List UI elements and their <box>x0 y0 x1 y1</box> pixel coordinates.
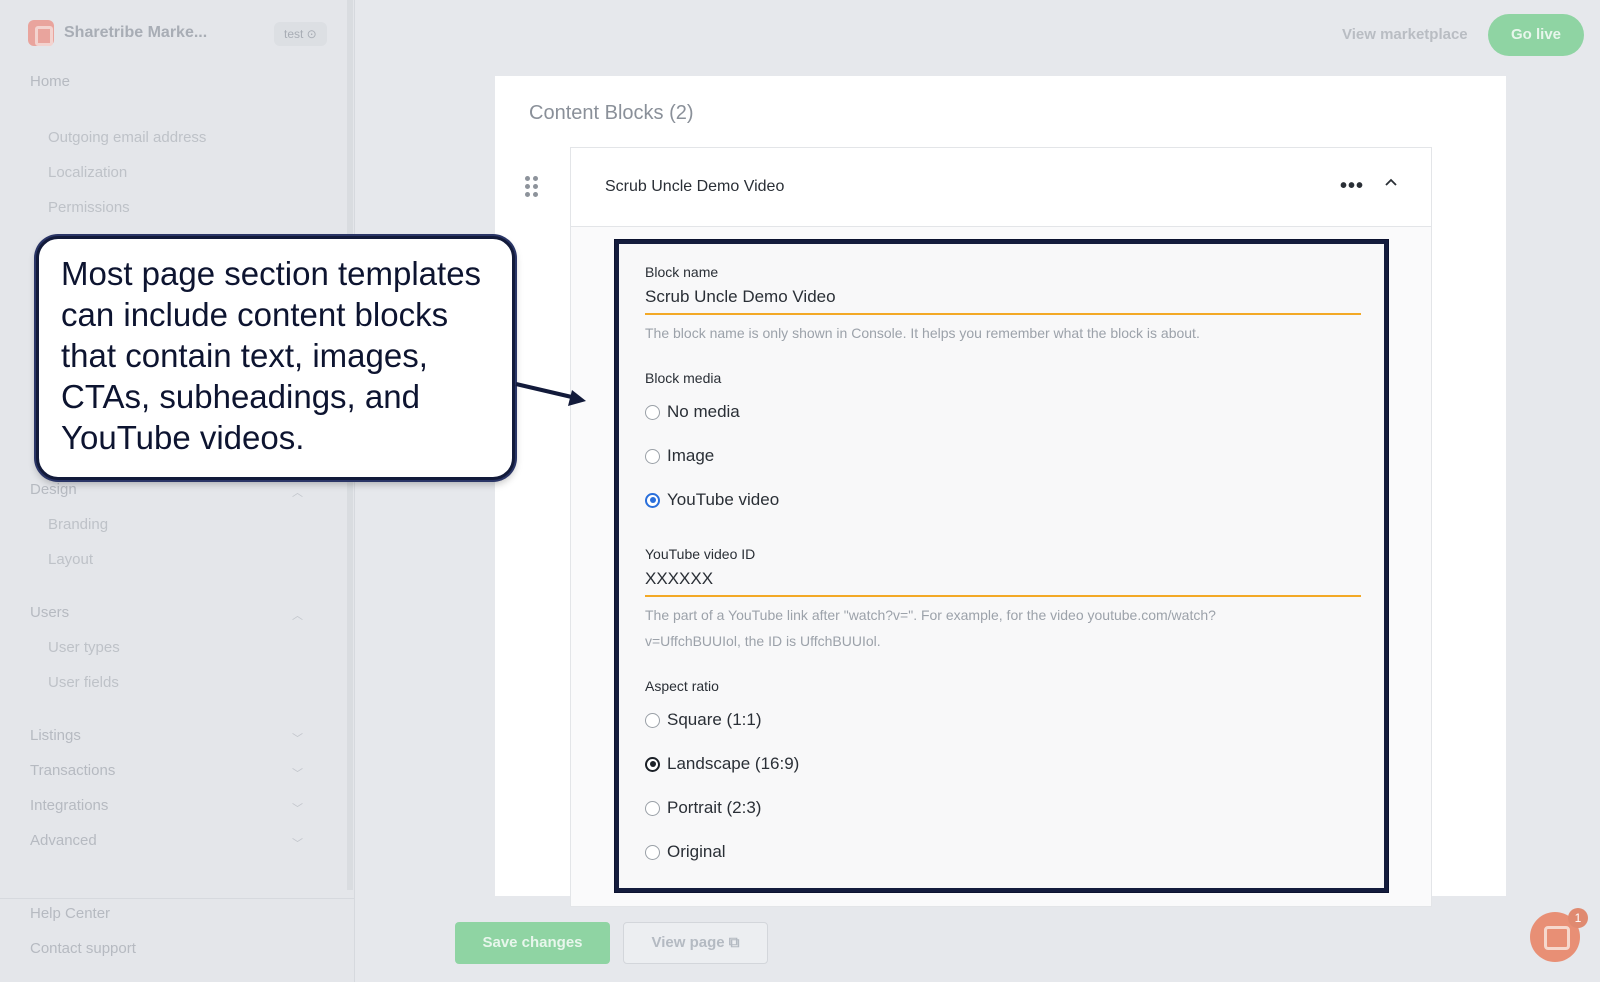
contact-support-link[interactable]: Contact support <box>30 940 136 957</box>
chat-badge: 1 <box>1568 908 1588 928</box>
block-name-label: Block name <box>645 264 719 280</box>
chevron-up-icon[interactable] <box>1384 176 1398 190</box>
radio-youtube-video-label: YouTube video <box>667 490 780 509</box>
block-name-underline <box>645 313 1361 315</box>
sidebar-item-branding[interactable]: Branding <box>48 516 108 533</box>
annotation-arrow-icon <box>515 382 586 406</box>
block-header-title: Scrub Uncle Demo Video <box>605 178 785 195</box>
go-live-button[interactable]: Go live <box>1488 14 1584 56</box>
radio-unchecked-icon[interactable] <box>645 448 660 464</box>
radio-unchecked-icon[interactable] <box>645 712 660 728</box>
block-name-field[interactable]: Scrub Uncle Demo Video <box>645 287 836 307</box>
block-form-highlight: Block name Scrub Uncle Demo Video The bl… <box>615 240 1388 892</box>
help-center-link[interactable]: Help Center <box>30 905 110 922</box>
sidebar-item-user-types[interactable]: User types <box>48 639 120 656</box>
sidebar-section-advanced[interactable]: Advanced <box>30 832 97 849</box>
sidebar: Sharetribe Marke... test ⊙ Home Outgoing… <box>0 0 355 982</box>
radio-portrait-label: Portrait (2:3) <box>667 798 762 817</box>
brand-name: Sharetribe Marke... <box>64 24 208 41</box>
sidebar-section-design[interactable]: Design <box>30 481 77 498</box>
drag-handle-icon[interactable] <box>525 176 539 198</box>
sidebar-item-layout[interactable]: Layout <box>48 551 93 568</box>
save-changes-button[interactable]: Save changes <box>455 922 610 964</box>
radio-portrait[interactable]: Portrait (2:3) <box>645 798 761 818</box>
environment-badge[interactable]: test ⊙ <box>274 22 327 46</box>
radio-square[interactable]: Square (1:1) <box>645 710 762 730</box>
brand[interactable]: Sharetribe Marke... <box>28 20 207 46</box>
aspect-ratio-label: Aspect ratio <box>645 678 719 694</box>
sidebar-item-home[interactable]: Home <box>30 73 70 90</box>
radio-landscape[interactable]: Landscape (16:9) <box>645 754 799 774</box>
chevron-down-icon[interactable]: ﹀ <box>292 800 303 816</box>
sharetribe-logo-icon <box>28 20 54 46</box>
radio-youtube-video[interactable]: YouTube video <box>645 490 779 510</box>
chevron-up-icon[interactable]: ︿ <box>292 484 303 500</box>
radio-unchecked-icon[interactable] <box>645 404 660 420</box>
sidebar-section-users[interactable]: Users <box>30 604 69 621</box>
youtube-id-help-line-1: The part of a YouTube link after "watch?… <box>645 607 1216 623</box>
youtube-id-field[interactable]: XXXXXX <box>645 569 713 589</box>
radio-image[interactable]: Image <box>645 446 714 466</box>
chevron-down-icon[interactable]: ﹀ <box>292 765 303 781</box>
view-page-button[interactable]: View page ⧉ <box>623 922 768 964</box>
sidebar-section-listings[interactable]: Listings <box>30 727 81 744</box>
youtube-id-help-line-2: v=UffchBUUIol, the ID is UffchBUUIol. <box>645 633 881 649</box>
section-title: Content Blocks (2) <box>529 102 694 124</box>
youtube-id-help: The part of a YouTube link after "watch?… <box>645 602 1345 654</box>
sidebar-section-integrations[interactable]: Integrations <box>30 797 108 814</box>
radio-unchecked-icon[interactable] <box>645 844 660 860</box>
radio-unchecked-icon[interactable] <box>645 800 660 816</box>
radio-original-label: Original <box>667 842 726 861</box>
view-marketplace-link[interactable]: View marketplace <box>1342 26 1468 43</box>
chevron-up-icon[interactable]: ︿ <box>292 607 303 623</box>
annotation-text: Most page section templates can include … <box>61 255 482 456</box>
youtube-id-label: YouTube video ID <box>645 546 756 562</box>
external-link-icon: ⧉ <box>728 934 740 951</box>
block-header[interactable]: Scrub Uncle Demo Video ••• <box>571 148 1431 227</box>
radio-image-label: Image <box>667 446 715 465</box>
sidebar-item-permissions[interactable]: Permissions <box>48 199 130 216</box>
chevron-down-icon[interactable]: ﹀ <box>292 730 303 746</box>
sidebar-item-user-fields[interactable]: User fields <box>48 674 119 691</box>
sidebar-bottom: Help Center Contact support <box>0 898 355 982</box>
sidebar-section-transactions[interactable]: Transactions <box>30 762 115 779</box>
block-name-help: The block name is only shown in Console.… <box>645 325 1200 341</box>
annotation-callout: Most page section templates can include … <box>36 236 515 480</box>
radio-no-media-label: No media <box>667 402 740 421</box>
more-options-icon[interactable]: ••• <box>1340 176 1364 196</box>
chevron-down-icon[interactable]: ﹀ <box>292 835 303 851</box>
youtube-id-underline <box>645 595 1361 597</box>
radio-checked-icon[interactable] <box>645 756 660 772</box>
radio-landscape-label: Landscape (16:9) <box>667 754 800 773</box>
block-media-label: Block media <box>645 370 722 386</box>
view-page-label: View page <box>651 934 725 951</box>
environment-badge-label: test <box>284 27 304 41</box>
sidebar-item-localization[interactable]: Localization <box>48 164 127 181</box>
radio-original[interactable]: Original <box>645 842 726 862</box>
radio-square-label: Square (1:1) <box>667 710 762 729</box>
radio-no-media[interactable]: No media <box>645 402 740 422</box>
radio-checked-icon[interactable] <box>645 492 660 508</box>
sidebar-item-outgoing-email[interactable]: Outgoing email address <box>48 129 206 146</box>
